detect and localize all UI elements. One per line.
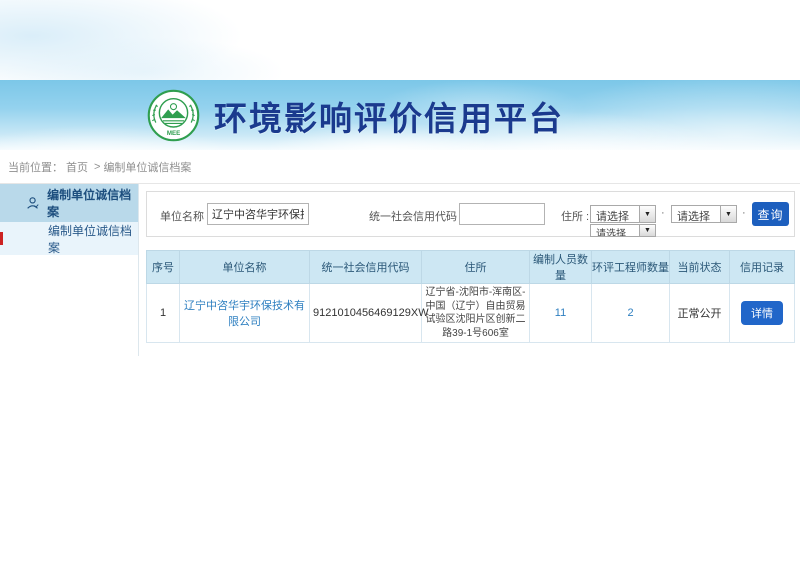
province-select-value: 请选择	[591, 206, 639, 222]
col-status: 当前状态	[670, 251, 730, 284]
col-credit-record: 信用记录	[730, 251, 795, 284]
col-address: 住所	[422, 251, 530, 284]
query-button[interactable]: 查询	[752, 202, 789, 226]
cell-status: 正常公开	[670, 284, 730, 343]
col-staff-count: 编制人员数量	[530, 251, 592, 284]
credit-code-label: 统一社会信用代码 :	[369, 208, 463, 224]
site-banner: MEE 环境影响评价信用平台	[0, 80, 800, 150]
unit-name-link[interactable]: 辽宁中咨华宇环保技术有限公司	[184, 300, 305, 328]
breadcrumb-home-link[interactable]: 首页	[66, 159, 88, 175]
col-credit-code: 统一社会信用代码	[310, 251, 422, 284]
sidebar-item-label: 编制单位诚信档案	[48, 222, 138, 256]
col-engineer-count: 环评工程师数量	[592, 251, 670, 284]
address-dot-2: ·	[742, 207, 746, 219]
cell-credit-code: 9121010456469129XW	[310, 284, 422, 343]
result-table: 序号 单位名称 统一社会信用代码 住所 编制人员数量 环评工程师数量 当前状态 …	[146, 250, 795, 343]
address-label: 住所 :	[561, 208, 589, 224]
cell-index: 1	[147, 284, 180, 343]
engineer-count-link[interactable]: 2	[627, 307, 633, 319]
chevron-down-icon[interactable]: ▼	[720, 206, 736, 222]
district-select-value: 请选择	[591, 225, 639, 236]
breadcrumb: 当前位置：首页 >编制单位诚信档案	[0, 150, 800, 183]
col-index: 序号	[147, 251, 180, 284]
main-panel: 单位名称 : 统一社会信用代码 : 住所 : 请选择 ▼ · 请选择 ▼ · 请…	[139, 184, 800, 356]
detail-button[interactable]: 详情	[741, 301, 783, 325]
site-title: 环境影响评价信用平台	[214, 92, 564, 140]
table-row: 1 辽宁中咨华宇环保技术有限公司 9121010456469129XW 辽宁省-…	[147, 284, 795, 343]
address-dot-1: ·	[661, 207, 665, 219]
breadcrumb-prefix: 当前位置：	[8, 159, 63, 175]
unit-name-label: 单位名称 :	[160, 208, 210, 224]
breadcrumb-separator: >	[94, 161, 100, 173]
sidebar-item-archive[interactable]: 编制单位诚信档案	[0, 222, 138, 255]
table-header-row: 序号 单位名称 统一社会信用代码 住所 编制人员数量 环评工程师数量 当前状态 …	[147, 251, 795, 284]
sidebar: 编制单位诚信档案 编制单位诚信档案	[0, 184, 139, 356]
staff-count-link[interactable]: 11	[555, 307, 566, 319]
mee-logo-icon: MEE	[147, 89, 200, 142]
col-unit-name: 单位名称	[180, 251, 310, 284]
logo-text: MEE	[167, 130, 180, 137]
content-area: 编制单位诚信档案 编制单位诚信档案 单位名称 : 统一社会信用代码 : 住所 :…	[0, 183, 800, 356]
search-form: 单位名称 : 统一社会信用代码 : 住所 : 请选择 ▼ · 请选择 ▼ · 请…	[146, 191, 795, 237]
credit-code-input[interactable]	[459, 203, 545, 225]
person-icon	[25, 195, 40, 211]
top-strip	[0, 0, 800, 80]
sidebar-header-label: 编制单位诚信档案	[47, 186, 138, 220]
district-select[interactable]: 请选择 ▼	[590, 224, 656, 237]
city-select[interactable]: 请选择 ▼	[671, 205, 737, 223]
sidebar-header: 编制单位诚信档案	[0, 184, 138, 222]
chevron-down-icon[interactable]: ▼	[639, 225, 655, 236]
chevron-down-icon[interactable]: ▼	[639, 206, 655, 222]
cell-address: 辽宁省-沈阳市-浑南区-中国（辽宁）自由贸易试验区沈阳片区创新二路39-1号60…	[422, 284, 530, 343]
breadcrumb-current: 编制单位诚信档案	[103, 159, 191, 175]
city-select-value: 请选择	[672, 206, 720, 222]
unit-name-input[interactable]	[207, 203, 309, 225]
province-select[interactable]: 请选择 ▼	[590, 205, 656, 223]
active-marker	[0, 232, 3, 245]
